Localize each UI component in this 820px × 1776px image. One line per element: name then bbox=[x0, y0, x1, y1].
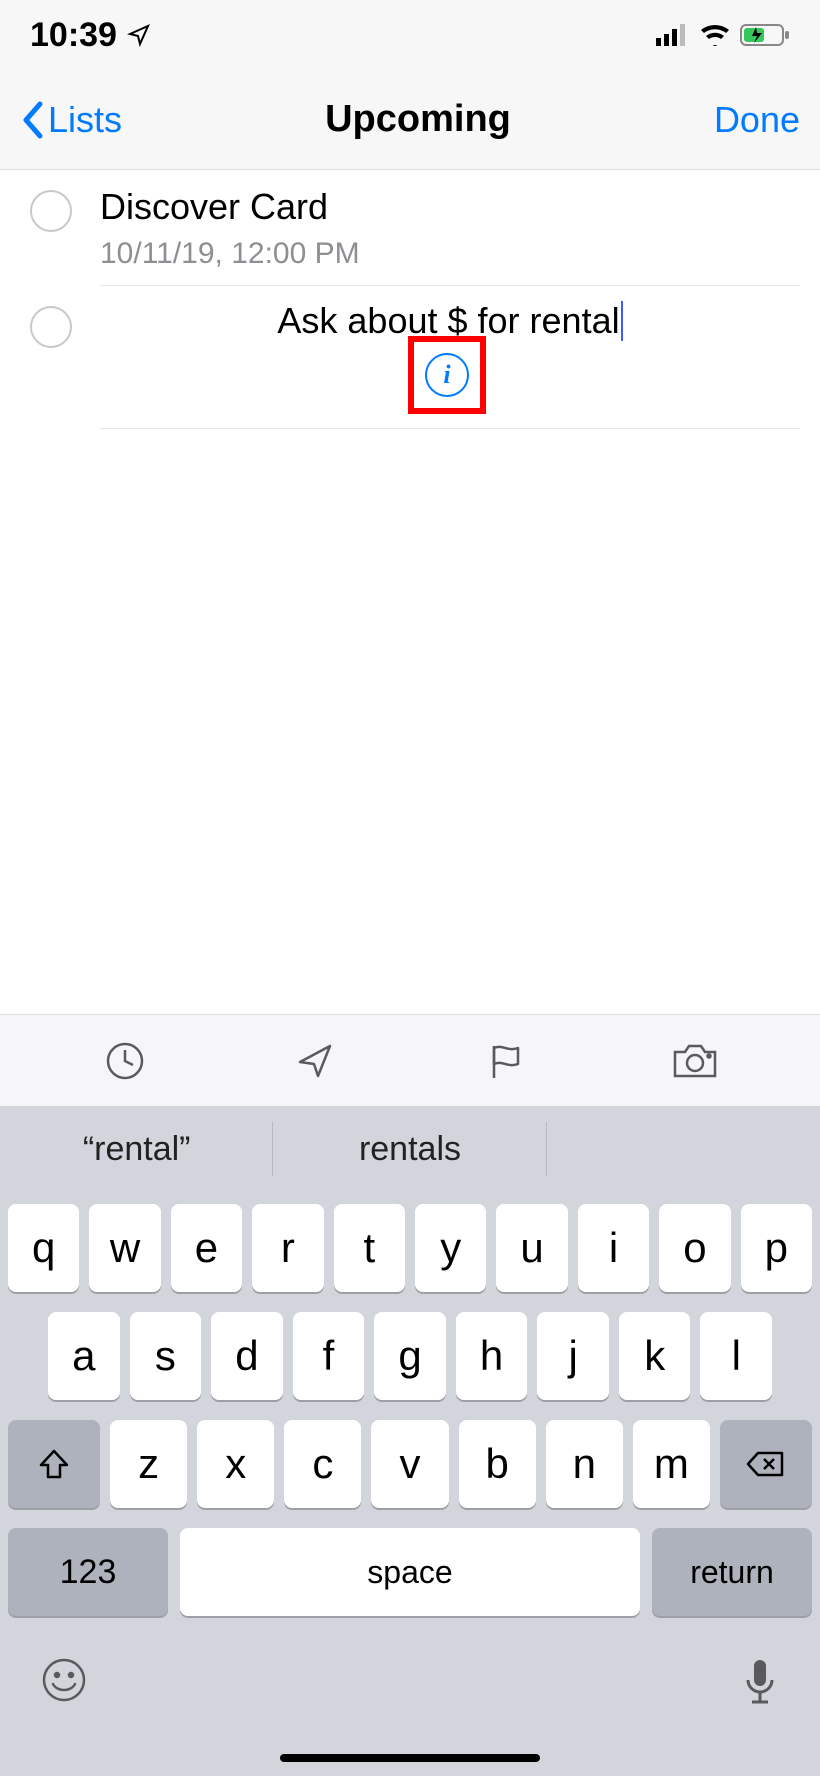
status-bar: 10:39 bbox=[0, 0, 820, 70]
key-q[interactable]: q bbox=[8, 1204, 79, 1292]
location-icon bbox=[127, 23, 151, 47]
complete-toggle[interactable] bbox=[30, 306, 72, 348]
key-w[interactable]: w bbox=[89, 1204, 160, 1292]
text-cursor bbox=[621, 301, 623, 341]
key-l[interactable]: l bbox=[700, 1312, 772, 1400]
key-f[interactable]: f bbox=[293, 1312, 365, 1400]
key-shift[interactable] bbox=[8, 1420, 100, 1508]
info-icon: i bbox=[443, 360, 450, 390]
home-indicator[interactable] bbox=[280, 1754, 540, 1762]
page-title: Upcoming bbox=[325, 98, 511, 141]
key-s[interactable]: s bbox=[130, 1312, 202, 1400]
emoji-button[interactable] bbox=[40, 1656, 88, 1704]
key-m[interactable]: m bbox=[633, 1420, 710, 1508]
key-k[interactable]: k bbox=[619, 1312, 691, 1400]
key-e[interactable]: e bbox=[171, 1204, 242, 1292]
back-button[interactable]: Lists bbox=[20, 99, 122, 141]
flag-toolbar-button[interactable] bbox=[481, 1037, 529, 1085]
key-backspace[interactable] bbox=[720, 1420, 812, 1508]
info-button[interactable]: i bbox=[425, 353, 469, 397]
key-c[interactable]: c bbox=[284, 1420, 361, 1508]
reminders-list: Discover Card 10/11/19, 12:00 PM Ask abo… bbox=[0, 170, 820, 429]
key-j[interactable]: j bbox=[537, 1312, 609, 1400]
done-button[interactable]: Done bbox=[714, 99, 800, 141]
back-label: Lists bbox=[48, 99, 122, 141]
key-return[interactable]: return bbox=[652, 1528, 812, 1616]
key-r[interactable]: r bbox=[252, 1204, 323, 1292]
complete-toggle[interactable] bbox=[30, 190, 72, 232]
key-space[interactable]: space bbox=[180, 1528, 640, 1616]
empty-area[interactable] bbox=[0, 429, 820, 1014]
keyboard-toolbar bbox=[0, 1014, 820, 1106]
key-p[interactable]: p bbox=[741, 1204, 812, 1292]
location-toolbar-button[interactable] bbox=[291, 1037, 339, 1085]
keyboard-suggestions: “rental” rentals bbox=[0, 1106, 820, 1192]
key-t[interactable]: t bbox=[334, 1204, 405, 1292]
key-u[interactable]: u bbox=[496, 1204, 567, 1292]
reminder-row[interactable]: Discover Card 10/11/19, 12:00 PM bbox=[0, 170, 820, 286]
cellular-signal-icon bbox=[656, 24, 690, 46]
navigation-bar: Lists Upcoming Done bbox=[0, 70, 820, 170]
key-numbers[interactable]: 123 bbox=[8, 1528, 168, 1616]
key-x[interactable]: x bbox=[197, 1420, 274, 1508]
key-b[interactable]: b bbox=[459, 1420, 536, 1508]
key-z[interactable]: z bbox=[110, 1420, 187, 1508]
key-h[interactable]: h bbox=[456, 1312, 528, 1400]
battery-charging-icon bbox=[740, 23, 790, 47]
key-v[interactable]: v bbox=[371, 1420, 448, 1508]
key-i[interactable]: i bbox=[578, 1204, 649, 1292]
key-n[interactable]: n bbox=[546, 1420, 623, 1508]
key-d[interactable]: d bbox=[211, 1312, 283, 1400]
dictation-button[interactable] bbox=[740, 1656, 780, 1708]
key-y[interactable]: y bbox=[415, 1204, 486, 1292]
keyboard: q w e r t y u i o p a s d f g h j k l bbox=[0, 1192, 820, 1636]
status-time: 10:39 bbox=[30, 16, 117, 55]
suggestion-1[interactable]: “rental” bbox=[0, 1106, 273, 1192]
annotation-highlight: i bbox=[408, 336, 486, 414]
suggestion-3[interactable] bbox=[547, 1106, 820, 1192]
reminder-title: Discover Card bbox=[100, 184, 800, 231]
chevron-left-icon bbox=[20, 100, 44, 140]
key-a[interactable]: a bbox=[48, 1312, 120, 1400]
reminder-row-editing[interactable]: Ask about $ for rental i bbox=[0, 286, 820, 429]
suggestion-2[interactable]: rentals bbox=[273, 1106, 546, 1192]
key-o[interactable]: o bbox=[659, 1204, 730, 1292]
key-g[interactable]: g bbox=[374, 1312, 446, 1400]
camera-toolbar-button[interactable] bbox=[671, 1037, 719, 1085]
time-toolbar-button[interactable] bbox=[101, 1037, 149, 1085]
reminder-subtitle: 10/11/19, 12:00 PM bbox=[100, 237, 800, 271]
wifi-icon bbox=[700, 24, 730, 46]
